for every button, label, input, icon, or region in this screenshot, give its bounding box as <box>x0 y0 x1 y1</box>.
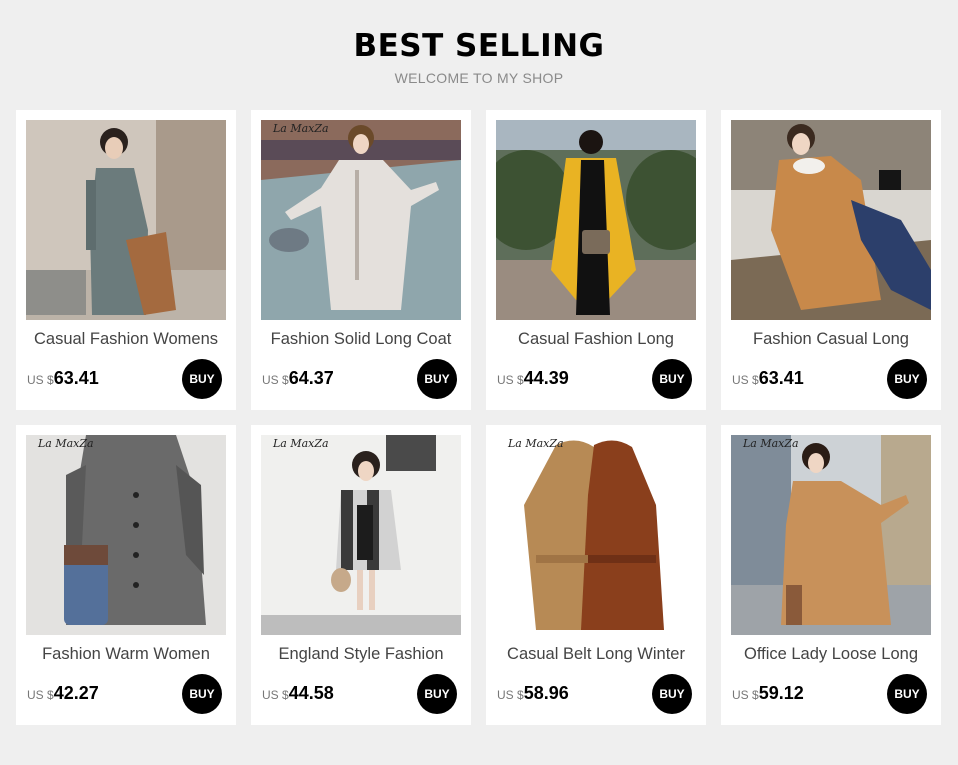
price-amount: 64.37 <box>288 368 334 388</box>
product-card[interactable]: La MaxZa England Style Fashion US $44.58… <box>251 425 471 725</box>
product-price: US $44.58 <box>262 683 334 704</box>
price-amount: 59.12 <box>758 683 804 703</box>
product-name[interactable]: Fashion Casual Long <box>721 330 941 349</box>
page-subtitle: WELCOME TO MY SHOP <box>394 70 564 86</box>
brand-watermark: La MaxZa <box>273 437 329 450</box>
product-photo[interactable] <box>731 120 931 320</box>
product-card[interactable]: Fashion Casual Long US $63.41 BUY <box>721 110 941 410</box>
buy-button[interactable]: BUY <box>182 674 222 714</box>
product-price: US $58.96 <box>497 683 569 704</box>
product-name[interactable]: Casual Belt Long Winter <box>486 645 706 664</box>
price-amount: 63.41 <box>53 368 99 388</box>
product-photo[interactable]: La MaxZa <box>26 435 226 635</box>
product-photo[interactable] <box>496 120 696 320</box>
product-name[interactable]: Casual Fashion Womens <box>16 330 236 349</box>
currency-label: US $ <box>262 373 289 387</box>
product-name[interactable]: Fashion Warm Women <box>16 645 236 664</box>
currency-label: US $ <box>732 373 759 387</box>
currency-label: US $ <box>262 688 289 702</box>
product-price: US $42.27 <box>27 683 99 704</box>
product-photo[interactable]: La MaxZa <box>261 120 461 320</box>
currency-label: US $ <box>497 373 524 387</box>
page-title: BEST SELLING <box>353 28 605 64</box>
price-amount: 44.39 <box>523 368 569 388</box>
product-card[interactable]: Casual Fashion Long US $44.39 BUY <box>486 110 706 410</box>
currency-label: US $ <box>732 688 759 702</box>
brand-watermark: La MaxZa <box>38 437 94 450</box>
currency-label: US $ <box>497 688 524 702</box>
product-price: US $63.41 <box>27 368 99 389</box>
currency-label: US $ <box>27 688 54 702</box>
product-name[interactable]: Fashion Solid Long Coat <box>251 330 471 349</box>
buy-button[interactable]: BUY <box>887 359 927 399</box>
price-amount: 44.58 <box>288 683 334 703</box>
product-card[interactable]: La MaxZa Casual Belt Long Winter US $58.… <box>486 425 706 725</box>
buy-button[interactable]: BUY <box>652 359 692 399</box>
price-amount: 42.27 <box>53 683 99 703</box>
price-amount: 58.96 <box>523 683 569 703</box>
product-card[interactable]: Casual Fashion Womens US $63.41 BUY <box>16 110 236 410</box>
product-card[interactable]: La MaxZa Fashion Warm Women US $42.27 BU… <box>16 425 236 725</box>
product-card[interactable]: La MaxZa Fashion Solid Long Coat US $64.… <box>251 110 471 410</box>
product-name[interactable]: Office Lady Loose Long <box>721 645 941 664</box>
product-name[interactable]: Casual Fashion Long <box>486 330 706 349</box>
brand-watermark: La MaxZa <box>508 437 564 450</box>
brand-watermark: La MaxZa <box>743 437 799 450</box>
page-header: BEST SELLING WELCOME TO MY SHOP <box>0 28 958 86</box>
price-amount: 63.41 <box>758 368 804 388</box>
product-photo[interactable]: La MaxZa <box>731 435 931 635</box>
brand-watermark: La MaxZa <box>273 122 329 135</box>
buy-button[interactable]: BUY <box>417 674 457 714</box>
buy-button[interactable]: BUY <box>182 359 222 399</box>
currency-label: US $ <box>27 373 54 387</box>
product-photo[interactable]: La MaxZa <box>261 435 461 635</box>
product-price: US $59.12 <box>732 683 804 704</box>
product-photo[interactable] <box>26 120 226 320</box>
buy-button[interactable]: BUY <box>417 359 457 399</box>
buy-button[interactable]: BUY <box>652 674 692 714</box>
product-price: US $63.41 <box>732 368 804 389</box>
product-price: US $64.37 <box>262 368 334 389</box>
product-name[interactable]: England Style Fashion <box>251 645 471 664</box>
product-photo[interactable]: La MaxZa <box>496 435 696 635</box>
product-card[interactable]: La MaxZa Office Lady Loose Long US $59.1… <box>721 425 941 725</box>
buy-button[interactable]: BUY <box>887 674 927 714</box>
product-price: US $44.39 <box>497 368 569 389</box>
